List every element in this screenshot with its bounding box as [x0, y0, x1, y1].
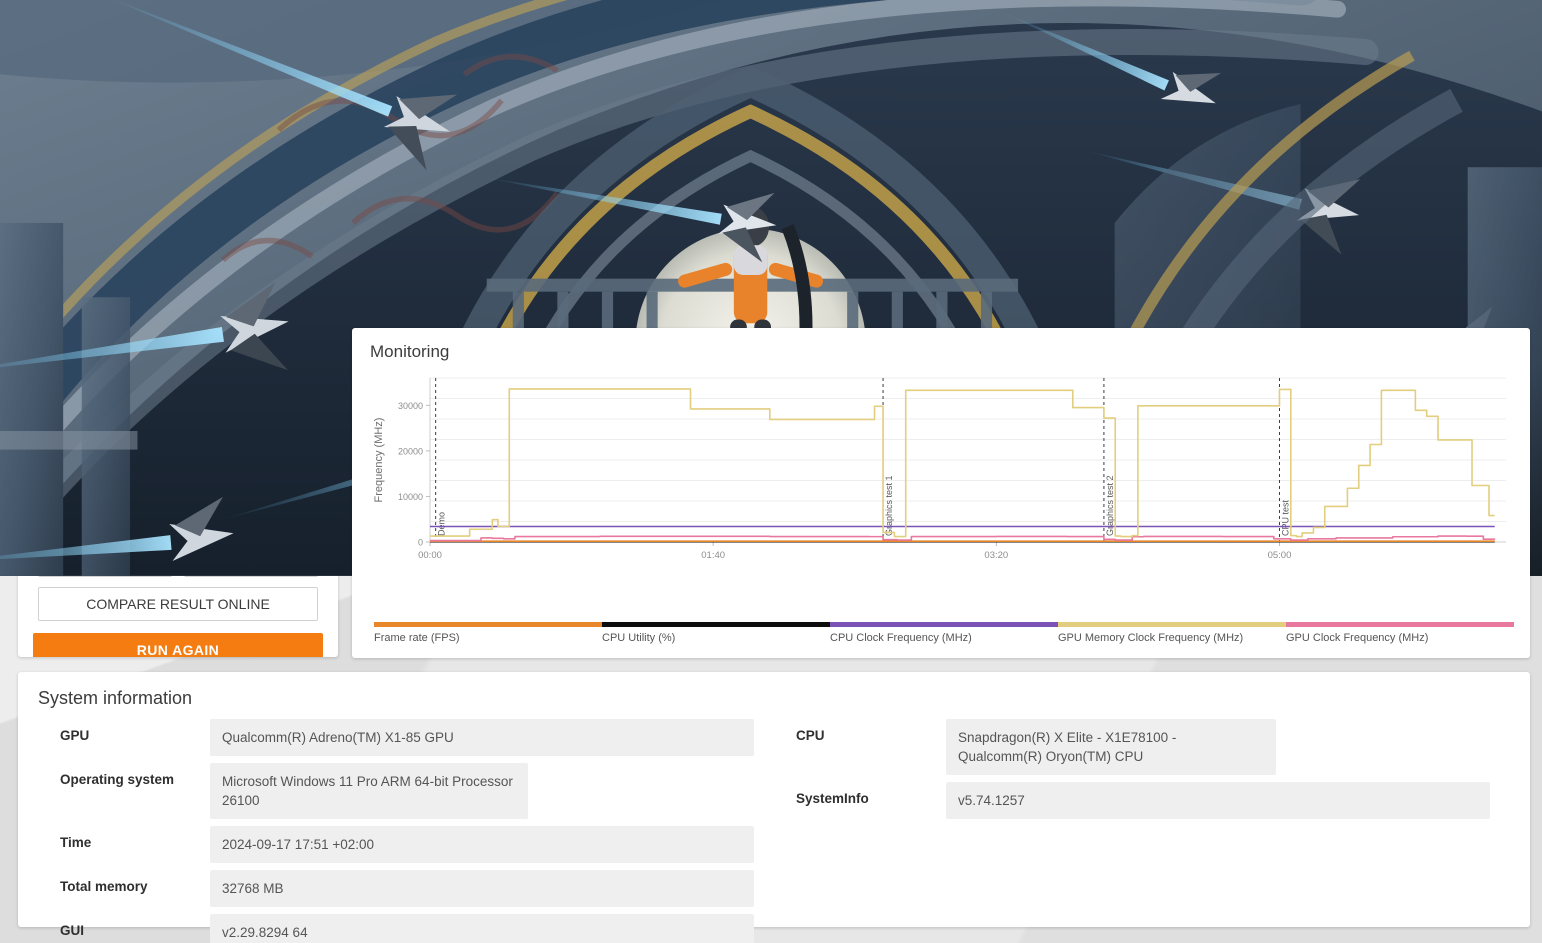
system-info-left-column: GPU Qualcomm(R) Adreno(TM) X1-85 GPU Ope… [38, 719, 774, 943]
system-info-value: 32768 MB [210, 870, 754, 907]
svg-text:20000: 20000 [398, 446, 423, 456]
system-info-row: Operating system Microsoft Windows 11 Pr… [38, 763, 754, 819]
legend-label: Frame rate (FPS) [374, 632, 602, 644]
system-info-value: 2024-09-17 17:51 +02:00 [210, 826, 754, 863]
svg-text:30000: 30000 [398, 401, 423, 411]
monitoring-card: Monitoring 0 10000 20000 30000 Frequency (MH… [352, 328, 1530, 658]
system-info-key: SystemInfo [774, 782, 946, 819]
system-info-value: v5.74.1257 [946, 782, 1490, 819]
legend-item-cpu-utility: CPU Utility (%) [602, 622, 830, 644]
system-info-row: Total memory 32768 MB [38, 870, 754, 907]
results-page: Night Raid Score ✓ 25 547 Qualcomm(R) Ad… [0, 0, 1542, 943]
svg-text:Frequency (MHz): Frequency (MHz) [373, 418, 385, 503]
system-information-card: System information GPU Qualcomm(R) Adren… [18, 672, 1530, 927]
legend-swatch [1286, 622, 1514, 627]
system-info-row: SystemInfo v5.74.1257 [774, 782, 1490, 819]
svg-text:CPU test: CPU test [1280, 499, 1290, 536]
system-info-value: Microsoft Windows 11 Pro ARM 64-bit Proc… [210, 763, 528, 819]
svg-text:03:20: 03:20 [984, 550, 1008, 561]
legend-swatch [830, 622, 1058, 627]
svg-text:00:00: 00:00 [418, 550, 442, 561]
system-information-title: System information [18, 672, 1530, 709]
svg-text:Demo: Demo [437, 512, 447, 536]
legend-swatch [1058, 622, 1286, 627]
legend-item-frame-rate: Frame rate (FPS) [374, 622, 602, 644]
system-info-row: Time 2024-09-17 17:51 +02:00 [38, 826, 754, 863]
system-info-key: GPU [38, 719, 210, 756]
svg-text:05:00: 05:00 [1268, 550, 1292, 561]
system-info-row: GUI v2.29.8294 64 [38, 914, 754, 943]
run-again-button[interactable]: RUN AGAIN [33, 633, 323, 657]
system-info-key: Time [38, 826, 210, 863]
legend-swatch [602, 622, 830, 627]
legend-label: CPU Utility (%) [602, 632, 830, 644]
legend-label: GPU Memory Clock Frequency (MHz) [1058, 632, 1286, 644]
system-info-value: Snapdragon(R) X Elite - X1E78100 - Qualc… [946, 719, 1276, 775]
svg-text:01:40: 01:40 [701, 550, 725, 561]
system-info-row: GPU Qualcomm(R) Adreno(TM) X1-85 GPU [38, 719, 754, 756]
monitoring-chart: 0 10000 20000 30000 Frequency (MHz) 00:00 01:4… [368, 372, 1514, 572]
system-info-right-column: CPU Snapdragon(R) X Elite - X1E78100 - Q… [774, 719, 1510, 943]
system-info-row: CPU Snapdragon(R) X Elite - X1E78100 - Q… [774, 719, 1490, 775]
system-info-key: GUI [38, 914, 210, 943]
legend-label: GPU Clock Frequency (MHz) [1286, 632, 1514, 644]
system-info-value: Qualcomm(R) Adreno(TM) X1-85 GPU [210, 719, 754, 756]
svg-text:0: 0 [418, 538, 423, 548]
night-raid-hero-image: Night Raid(v1.1) [0, 0, 830, 310]
legend-swatch [374, 622, 602, 627]
monitoring-title: Monitoring [352, 328, 1530, 362]
monitoring-legend: Frame rate (FPS) CPU Utility (%) CPU Clo… [374, 622, 1514, 644]
system-info-key: CPU [774, 719, 946, 775]
legend-label: CPU Clock Frequency (MHz) [830, 632, 1058, 644]
svg-text:10000: 10000 [398, 492, 423, 502]
legend-item-cpu-clock: CPU Clock Frequency (MHz) [830, 622, 1058, 644]
legend-item-gpu-memory-clock: GPU Memory Clock Frequency (MHz) [1058, 622, 1286, 644]
legend-item-gpu-clock: GPU Clock Frequency (MHz) [1286, 622, 1514, 644]
system-info-key: Total memory [38, 870, 210, 907]
system-info-value: v2.29.8294 64 [210, 914, 754, 943]
compare-result-online-button[interactable]: COMPARE RESULT ONLINE [38, 587, 318, 621]
system-info-key: Operating system [38, 763, 210, 819]
